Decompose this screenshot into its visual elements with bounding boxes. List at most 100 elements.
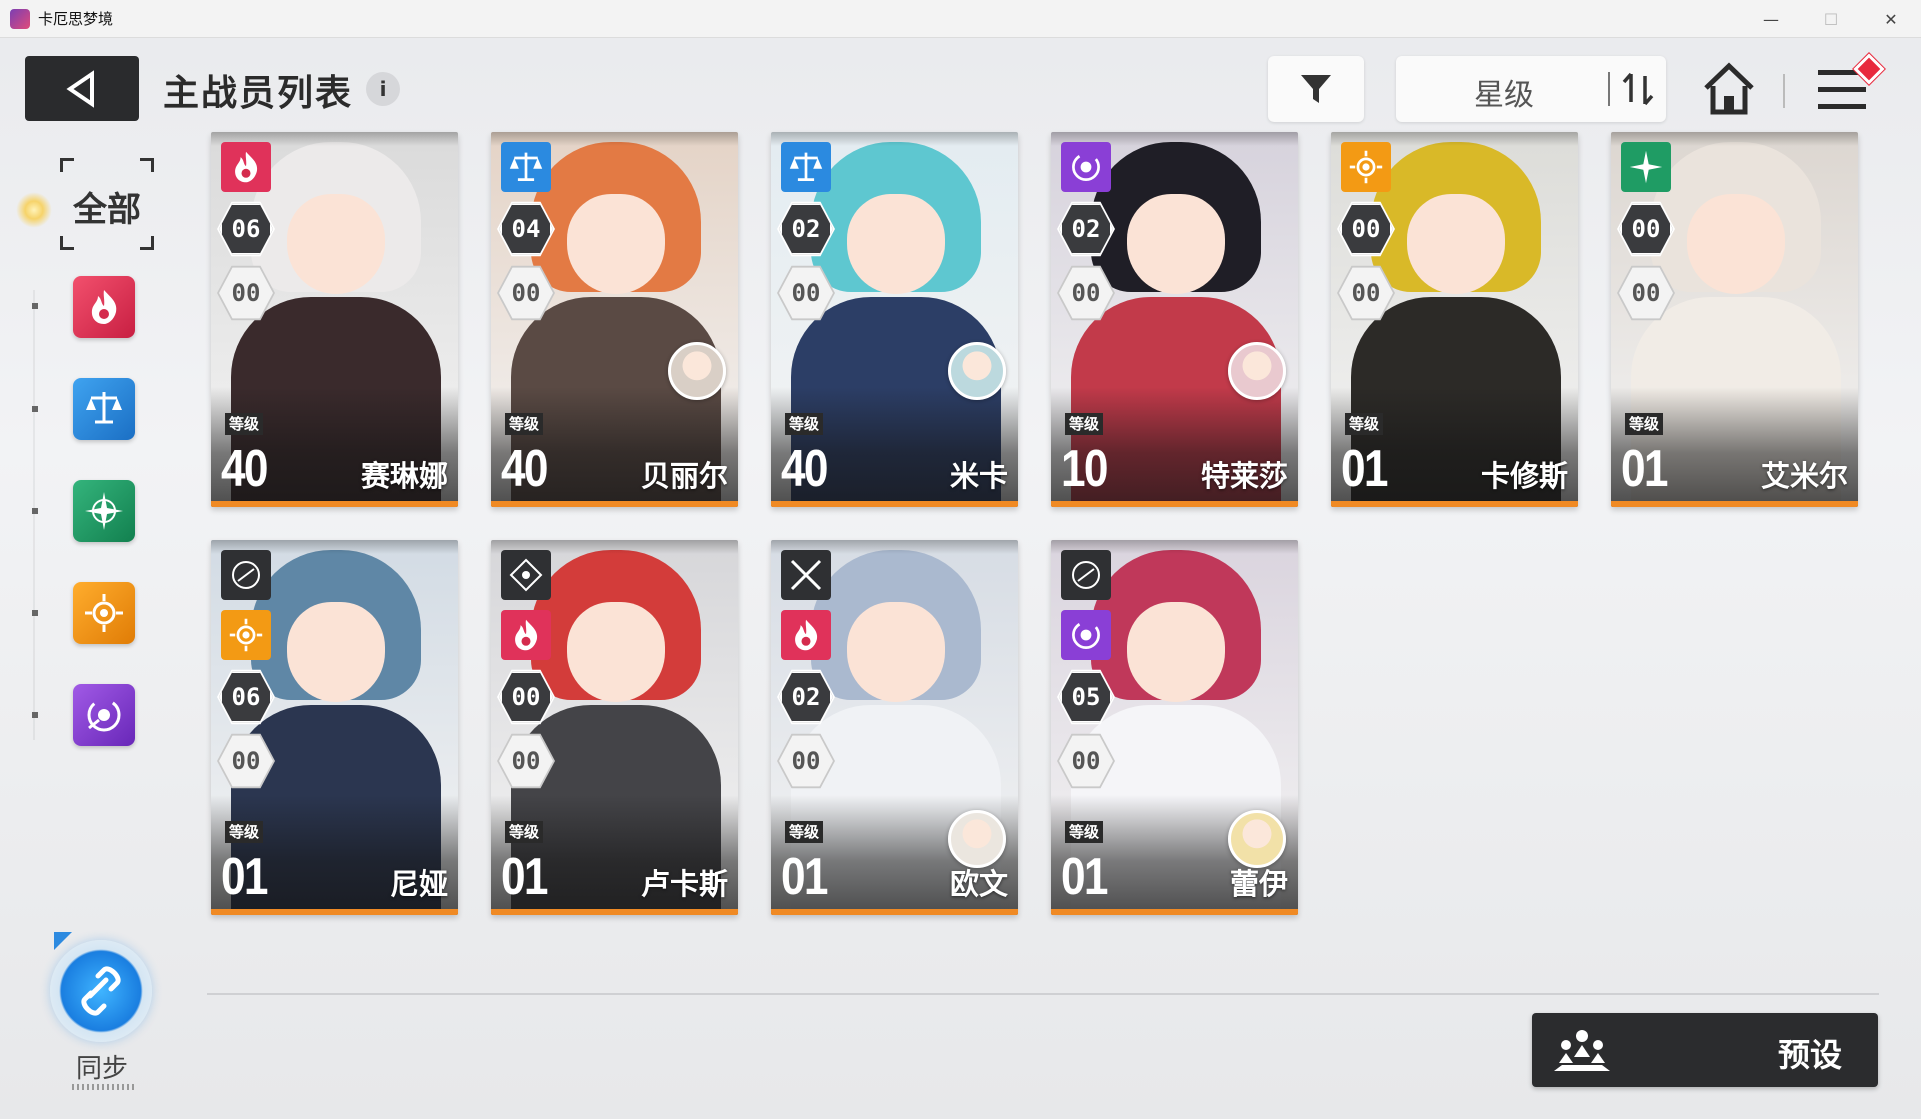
character-card[interactable]: 00 00 等级 01 艾米尔 — [1611, 132, 1858, 507]
card-accent-bar — [1051, 501, 1298, 507]
sort-order-icon[interactable] — [1618, 70, 1658, 108]
filter-all-button[interactable]: 全部 — [60, 158, 154, 250]
role-icon — [501, 550, 551, 600]
fire-element-icon — [501, 610, 551, 660]
team-icon — [1554, 1030, 1610, 1071]
maximize-button[interactable]: ☐ — [1801, 0, 1861, 38]
level-label: 等级 — [785, 413, 824, 435]
card-accent-bar — [771, 501, 1018, 507]
character-card[interactable]: 02 00 等级 10 特莱莎 — [1051, 132, 1298, 507]
sidebar-dot — [32, 712, 38, 718]
card-accent-bar — [491, 501, 738, 507]
fire-element-icon — [91, 290, 117, 324]
character-card[interactable]: 02 00 等级 40 米卡 — [771, 132, 1018, 507]
sort-divider — [1608, 72, 1610, 106]
level-value: 01 — [1341, 440, 1388, 498]
law-element-icon — [501, 142, 551, 192]
filter-sun-button[interactable] — [73, 582, 135, 644]
info-icon[interactable]: i — [366, 72, 400, 106]
filter-void-button[interactable] — [73, 684, 135, 746]
level-label: 等级 — [1065, 413, 1104, 435]
scales-element-icon — [86, 392, 122, 424]
level-label: 等级 — [1345, 413, 1384, 435]
role-icon — [1061, 550, 1111, 600]
filter-icon — [1301, 75, 1331, 103]
sort-dropdown[interactable]: 星级 — [1396, 56, 1666, 122]
character-name: 赛琳娜 — [360, 459, 448, 493]
card-accent-bar — [491, 909, 738, 915]
card-accent-bar — [771, 909, 1018, 915]
card-accent-bar — [1611, 501, 1858, 507]
sync-label: 同步 — [75, 1054, 128, 1084]
level-label: 等级 — [505, 413, 544, 435]
character-card[interactable]: 02 00 等级 01 欧文 — [771, 540, 1018, 915]
level-value: 40 — [781, 440, 828, 498]
sync-button[interactable] — [50, 940, 152, 1042]
companion-avatar — [668, 342, 726, 400]
preset-label: 预设 — [1777, 1036, 1842, 1074]
card-accent-bar — [1051, 909, 1298, 915]
sun-element-icon — [85, 594, 123, 632]
sync-progress-bars — [72, 1084, 134, 1090]
level-value: 40 — [501, 440, 548, 498]
character-card[interactable]: 05 00 等级 01 蕾伊 — [1051, 540, 1298, 915]
filter-all-label: 全部 — [73, 190, 141, 230]
level-value: 01 — [781, 848, 828, 906]
sun-element-icon — [1341, 142, 1391, 192]
filter-button[interactable] — [1268, 56, 1364, 122]
character-name: 米卡 — [949, 459, 1008, 493]
void-element-icon — [1061, 610, 1111, 660]
level-value: 01 — [221, 848, 268, 906]
companion-avatar — [948, 810, 1006, 868]
character-name: 贝丽尔 — [640, 459, 728, 493]
level-value: 01 — [1621, 440, 1668, 498]
filter-wind-button[interactable] — [73, 480, 135, 542]
level-label: 等级 — [785, 821, 824, 843]
sidebar-dot — [32, 303, 38, 309]
minimize-button[interactable]: — — [1741, 0, 1801, 38]
fire-element-icon — [781, 610, 831, 660]
back-button[interactable] — [25, 56, 139, 121]
selection-glow-icon — [16, 192, 52, 228]
level-label: 等级 — [225, 413, 264, 435]
character-name: 卡修斯 — [1480, 459, 1568, 493]
character-card[interactable]: 00 00 等级 01 卢卡斯 — [491, 540, 738, 915]
card-accent-bar — [1331, 501, 1578, 507]
filter-fire-button[interactable] — [73, 276, 135, 338]
companion-avatar — [1228, 810, 1286, 868]
sidebar-dot — [32, 406, 38, 412]
fire-element-icon — [221, 142, 271, 192]
sidebar-track — [33, 290, 35, 740]
void-element-icon — [87, 698, 121, 732]
app-icon — [10, 8, 30, 29]
law-element-icon — [781, 142, 831, 192]
level-value: 01 — [501, 848, 548, 906]
home-icon[interactable] — [1700, 60, 1758, 120]
sort-label: 星级 — [1474, 78, 1534, 113]
character-name: 欧文 — [949, 867, 1008, 901]
star-element-icon — [85, 492, 123, 530]
character-name: 卢卡斯 — [640, 867, 728, 901]
page-title: 主战员列表 — [163, 73, 354, 114]
companion-avatar — [948, 342, 1006, 400]
sync-corner-mark — [54, 932, 72, 950]
character-name: 尼娅 — [389, 867, 448, 901]
toolbar-divider — [1783, 74, 1785, 108]
character-card[interactable]: 06 00 等级 40 赛琳娜 — [211, 132, 458, 507]
sidebar-dot — [32, 508, 38, 514]
level-label: 等级 — [505, 821, 544, 843]
level-value: 01 — [1061, 848, 1108, 906]
character-name: 艾米尔 — [1760, 459, 1848, 493]
close-button[interactable]: ✕ — [1861, 0, 1921, 38]
character-name: 蕾伊 — [1229, 867, 1288, 901]
sun-element-icon — [221, 610, 271, 660]
preset-button[interactable]: 预设 — [1532, 1013, 1878, 1087]
sidebar-dot — [32, 610, 38, 616]
character-card[interactable]: 04 00 等级 40 贝丽尔 — [491, 132, 738, 507]
character-card[interactable]: 06 00 等级 01 尼娅 — [211, 540, 458, 915]
filter-law-button[interactable] — [73, 378, 135, 440]
role-icon — [781, 550, 831, 600]
character-card[interactable]: 00 00 等级 01 卡修斯 — [1331, 132, 1578, 507]
role-icon — [221, 550, 271, 600]
card-accent-bar — [211, 909, 458, 915]
